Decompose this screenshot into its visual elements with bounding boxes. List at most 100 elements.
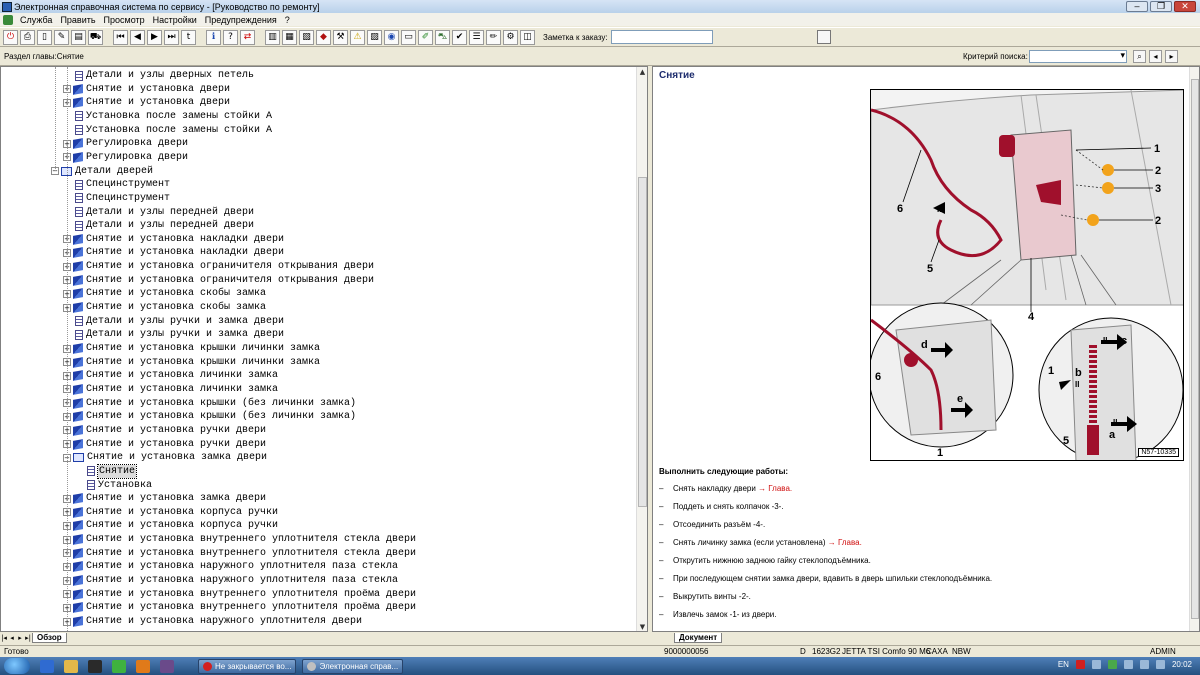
search-criteria-select[interactable] xyxy=(1029,50,1127,63)
manual-icon[interactable]: ▥ xyxy=(265,29,280,45)
tree-item[interactable]: + Снятие и установка двери xyxy=(63,96,230,109)
tab-first-icon[interactable]: |◂ xyxy=(0,634,8,642)
menu-help[interactable]: ? xyxy=(281,15,294,25)
tree-item[interactable]: + Снятие и установка наружного уплотнител… xyxy=(63,615,362,628)
tree-item[interactable]: + Снятие и установка скобы замка xyxy=(63,301,266,314)
minimize-button[interactable]: – xyxy=(1126,1,1148,12)
tree-item[interactable]: Установка xyxy=(86,479,152,492)
menu-service[interactable]: Служба xyxy=(16,15,56,25)
media-icon[interactable] xyxy=(88,659,102,673)
tree-item[interactable]: + Снятие и установка внутреннего уплотнит… xyxy=(63,588,416,601)
info-icon[interactable]: ℹ xyxy=(206,29,221,45)
search-prev-icon[interactable]: ◂ xyxy=(1149,50,1162,63)
search-icon[interactable]: ⌕ xyxy=(1133,50,1146,63)
tab-overview[interactable]: Обзор xyxy=(32,633,67,643)
archive-icon[interactable]: ▧ xyxy=(299,29,314,45)
menu-warnings[interactable]: Предупреждения xyxy=(201,15,281,25)
tree-item[interactable]: − Снятие и установка замка двери xyxy=(63,451,267,464)
close-button[interactable]: ✕ xyxy=(1174,1,1196,12)
document-scroll-thumb[interactable] xyxy=(1191,79,1199,619)
task-service-system[interactable]: Электронная справ... xyxy=(302,658,404,674)
tree-item[interactable]: + Снятие и установка ручки двери xyxy=(63,438,266,451)
tree-item[interactable]: + Снятие и установка крышки (без личинки … xyxy=(63,410,356,423)
chapter-link[interactable]: → Глава. xyxy=(758,484,792,502)
chapter-link[interactable]: → Глава. xyxy=(828,538,862,556)
folder-icon[interactable] xyxy=(64,659,78,673)
document-scrollbar[interactable] xyxy=(1189,67,1199,631)
tree-item[interactable]: + Снятие и установка крышки личинки замка xyxy=(63,356,320,369)
warning-icon[interactable]: ⚠ xyxy=(350,29,365,45)
tab-next-icon[interactable]: ▸ xyxy=(16,634,24,642)
tree-item[interactable]: + Снятие и установка внутреннего уплотнит… xyxy=(63,533,416,546)
tree-item[interactable]: + Регулировка двери xyxy=(63,137,188,150)
menu-edit[interactable]: Править xyxy=(56,15,99,25)
tree-item[interactable]: Снятие xyxy=(86,463,138,479)
language-indicator[interactable]: EN xyxy=(1058,660,1069,669)
tree-item[interactable]: + Снятие и установка замка двери xyxy=(63,492,266,505)
tab-document[interactable]: Документ xyxy=(674,633,723,643)
tree-item[interactable]: + Регулировка двери xyxy=(63,151,188,164)
skype-icon[interactable] xyxy=(112,659,126,673)
new-document-icon[interactable]: ▯ xyxy=(37,29,52,45)
tree-item[interactable]: Установка после замены стойки А xyxy=(74,110,272,123)
top-icon[interactable]: t xyxy=(181,29,196,45)
menu-settings[interactable]: Настройки xyxy=(149,15,201,25)
tree-item[interactable]: + Снятие и установка личинки замка xyxy=(63,383,278,396)
tree-item[interactable]: + Снятие и установка ограничителя открыва… xyxy=(63,274,374,287)
tree-item[interactable]: + Снятие и установка корпуса ручки xyxy=(63,519,278,532)
menu-view[interactable]: Просмотр xyxy=(100,15,149,25)
tools-icon[interactable]: ⚒ xyxy=(333,29,348,45)
tree-item[interactable]: Установка после замены стойки А xyxy=(74,124,272,137)
browser-icon[interactable] xyxy=(136,659,150,673)
bin-icon[interactable]: ▭ xyxy=(401,29,416,45)
scroll-down-icon[interactable]: ▼ xyxy=(637,622,647,631)
help-icon[interactable]: ? xyxy=(223,29,238,45)
report-icon[interactable]: ▨ xyxy=(367,29,382,45)
tree-item[interactable]: Детали и узлы дверных петель xyxy=(74,69,254,82)
edit-icon[interactable]: ✎ xyxy=(54,29,69,45)
settings-icon[interactable]: ⚙ xyxy=(503,29,518,45)
tree-scroll-thumb[interactable] xyxy=(638,177,647,507)
first-page-icon[interactable]: ⏮ xyxy=(113,29,128,45)
word-icon[interactable] xyxy=(40,659,54,673)
list-icon[interactable]: ☰ xyxy=(469,29,484,45)
tree-item[interactable]: + Снятие и установка крышки (без личинки … xyxy=(63,397,356,410)
tree-item[interactable]: Детали и узлы передней двери xyxy=(74,206,254,219)
tab-prev-icon[interactable]: ◂ xyxy=(8,634,16,642)
tree-item[interactable]: + Снятие и установка двери xyxy=(63,83,230,96)
tree-item[interactable]: + Снятие и установка личинки замка xyxy=(63,369,278,382)
print-icon[interactable]: ⎙ xyxy=(20,29,35,45)
app-icon-2[interactable] xyxy=(160,659,174,673)
tab-last-icon[interactable]: ▸| xyxy=(24,634,32,642)
order-note-field[interactable] xyxy=(610,30,713,44)
check-icon[interactable]: ✔ xyxy=(452,29,467,45)
notes-icon[interactable]: ▤ xyxy=(71,29,86,45)
tree-item[interactable]: Детали и узлы ручки и замка двери xyxy=(74,328,284,341)
tree-item[interactable]: + Снятие и установка накладки двери xyxy=(63,233,284,246)
exit-icon[interactable]: ⏻ xyxy=(3,29,18,45)
tray-volume-icon[interactable] xyxy=(1155,660,1165,669)
tree-item[interactable]: + Снятие и установка наружного уплотнител… xyxy=(63,574,398,587)
start-button[interactable] xyxy=(4,658,30,674)
search-next-icon[interactable]: ▸ xyxy=(1165,50,1178,63)
tree-item[interactable]: Специнструмент xyxy=(74,178,170,191)
pen-icon[interactable]: ✏ xyxy=(486,29,501,45)
tray-network-icon[interactable] xyxy=(1091,660,1101,669)
tag-icon[interactable]: ◆ xyxy=(316,29,331,45)
tree-item[interactable]: + Снятие и установка наружного уплотнител… xyxy=(63,560,398,573)
globe-icon[interactable]: ◉ xyxy=(384,29,399,45)
order-note-button[interactable] xyxy=(816,30,831,44)
tree-item[interactable]: Детали и узлы ручки и замка двери xyxy=(74,315,284,328)
brush-icon[interactable]: ✐ xyxy=(418,29,433,45)
tree-item[interactable]: Специнструмент xyxy=(74,192,170,205)
next-page-icon[interactable]: ▶ xyxy=(147,29,162,45)
vehicle-icon[interactable]: ⛍ xyxy=(435,29,450,45)
diagram-icon[interactable]: ◫ xyxy=(520,29,535,45)
tree-item[interactable]: + Снятие и установка ручки двери xyxy=(63,424,266,437)
sync-icon[interactable]: ⇄ xyxy=(240,29,255,45)
prev-page-icon[interactable]: ◀ xyxy=(130,29,145,45)
tray-signal-icon[interactable] xyxy=(1139,660,1149,669)
tree-item[interactable]: + Снятие и установка внутреннего уплотнит… xyxy=(63,601,416,614)
tree-item[interactable]: + Снятие и установка ограничителя открыва… xyxy=(63,260,374,273)
tree-item[interactable]: + Снятие и установка корпуса ручки xyxy=(63,506,278,519)
